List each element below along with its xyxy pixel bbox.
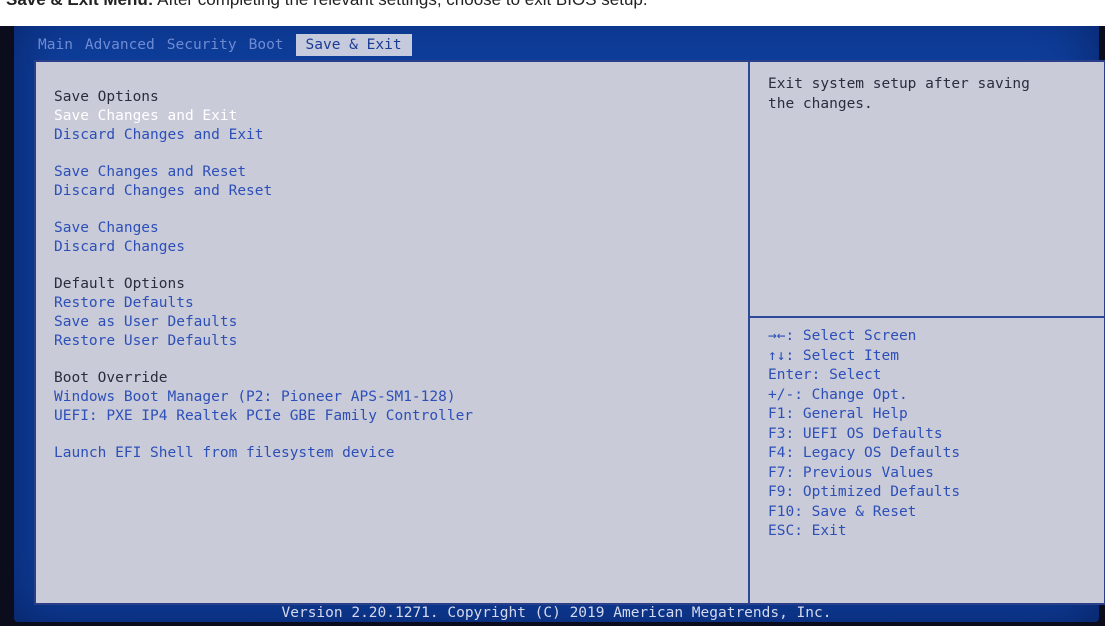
menu-spacer [54,426,473,444]
tab-bar: Main Advanced Security Boot Save & Exit [32,34,412,56]
tab-advanced[interactable]: Advanced [79,34,161,56]
section-boot-override: Boot Override [54,370,168,386]
options-menu: Save Options Save Changes and Exit Disca… [54,88,473,463]
key-hint-f1: F1: General Help [768,406,908,422]
document-caption: Save & Exit Menu: After completing the r… [0,0,1105,26]
key-hint-change-opt: +/-: Change Opt. [768,386,908,403]
monitor-screen: Aptio Setup Utility – Copyright (C) 2019… [0,0,1105,626]
menu-item-save-as-user-defaults[interactable]: Save as User Defaults [54,313,473,332]
key-hint-f10: F10: Save & Reset [768,503,917,520]
section-default-options: Default Options [54,276,185,292]
help-line: the changes. [768,96,873,112]
key-hint-f4: F4: Legacy OS Defaults [768,445,961,461]
help-text: Exit system setup after saving the chang… [768,74,1098,114]
menu-spacer [54,351,473,369]
menu-item-restore-user-defaults[interactable]: Restore User Defaults [54,332,473,351]
key-hint-f7: F7: Previous Values [768,464,934,481]
key-legend: →←: Select Screen ↑↓: Select Item Enter:… [768,327,960,542]
tab-security[interactable]: Security [161,34,243,56]
menu-item-uefi-pxe-realtek[interactable]: UEFI: PXE IP4 Realtek PCIe GBE Family Co… [54,407,473,426]
menu-item-discard-changes-and-exit[interactable]: Discard Changes and Exit [54,126,473,145]
menu-item-save-changes[interactable]: Save Changes [54,219,473,238]
bios-footer: Version 2.20.1271. Copyright (C) 2019 Am… [281,605,832,621]
menu-spacer [54,257,473,275]
key-hint-select-screen: →←: Select Screen [768,328,917,344]
main-panel: Save Options Save Changes and Exit Disca… [34,60,1105,605]
bios-setup-window: Aptio Setup Utility – Copyright (C) 2019… [14,6,1105,622]
caption-text: Save & Exit Menu: After completing the r… [6,0,648,10]
tab-boot[interactable]: Boot [243,34,290,56]
menu-item-restore-defaults[interactable]: Restore Defaults [54,294,473,313]
help-divider-horizontal [750,316,1104,318]
caption-body: After completing the relevant settings, … [153,0,647,9]
key-hint-enter: Enter: Select [768,367,882,383]
menu-item-discard-changes-and-reset[interactable]: Discard Changes and Reset [54,182,473,201]
section-save-options: Save Options [54,89,159,105]
key-hint-f9: F9: Optimized Defaults [768,484,961,500]
menu-spacer [54,201,473,219]
key-hint-f3: F3: UEFI OS Defaults [768,425,943,442]
key-hint-select-item: ↑↓: Select Item [768,347,899,364]
menu-item-windows-boot-manager[interactable]: Windows Boot Manager (P2: Pioneer APS-SM… [54,388,473,407]
caption-lead: Save & Exit Menu: [6,0,153,9]
menu-item-save-changes-and-reset[interactable]: Save Changes and Reset [54,163,473,182]
menu-item-save-changes-and-exit[interactable]: Save Changes and Exit [54,107,473,126]
help-line: Exit system setup after saving [768,76,1030,92]
tab-main[interactable]: Main [32,34,79,56]
menu-spacer [54,145,473,163]
menu-item-launch-efi-shell[interactable]: Launch EFI Shell from filesystem device [54,444,473,463]
tab-save-exit[interactable]: Save & Exit [295,34,412,56]
menu-item-discard-changes[interactable]: Discard Changes [54,238,473,257]
key-hint-esc: ESC: Exit [768,523,847,539]
panel-divider-vertical [748,62,750,603]
